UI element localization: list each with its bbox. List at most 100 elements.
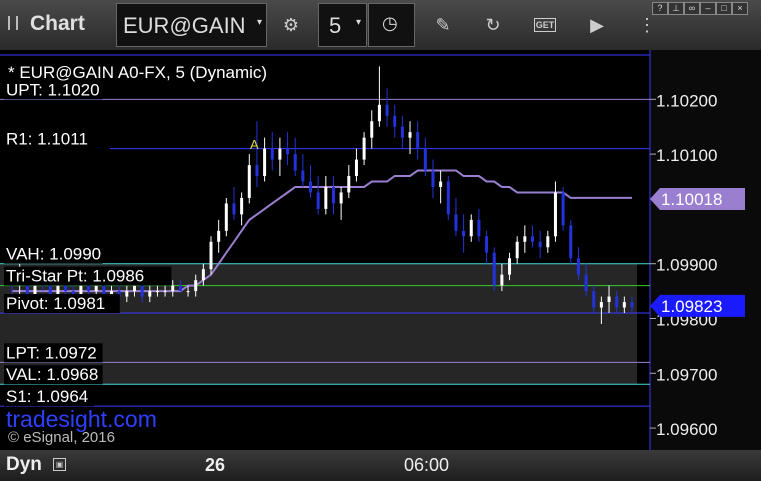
help-icon[interactable]: ? <box>652 2 668 15</box>
candle-body <box>331 186 335 204</box>
candle-body <box>538 241 542 248</box>
candle-body <box>477 219 481 237</box>
candle-body <box>339 192 343 204</box>
candle-body <box>607 296 611 303</box>
link-icon[interactable]: ∞ <box>684 2 700 15</box>
candle-body <box>423 148 427 171</box>
gear-icon: ⚙ <box>282 14 300 35</box>
level-label: VAH: 1.0990 <box>6 245 101 264</box>
play-icon: ▶ <box>590 14 604 35</box>
candle-body <box>301 170 305 182</box>
candle-body <box>324 186 328 209</box>
candle-body <box>316 192 320 209</box>
candle-body <box>255 165 259 177</box>
candle-body <box>584 274 588 292</box>
level-label: UPT: 1.1020 <box>6 80 100 99</box>
window-title: Chart <box>30 12 85 35</box>
candle-body <box>87 285 91 292</box>
clock-icon: ◷ <box>382 13 398 33</box>
play-button[interactable]: ▶ <box>578 6 616 44</box>
candle-body <box>155 291 159 293</box>
lock-icon[interactable]: ▣ <box>53 458 66 471</box>
candle-body <box>240 197 244 215</box>
menu-icon: ⋮ <box>638 14 656 35</box>
candle-body <box>500 274 504 286</box>
level-label: VAL: 1.0968 <box>6 365 98 384</box>
candle-body <box>140 285 144 297</box>
candle-body <box>247 165 251 198</box>
chevron-down-icon: ▾ <box>256 17 262 28</box>
candle-body <box>400 126 404 138</box>
candle-body <box>125 291 129 297</box>
candle-body <box>209 241 213 270</box>
drag-grip-icon[interactable] <box>8 16 18 30</box>
pin-icon[interactable]: ⊥ <box>668 2 684 15</box>
candle-body <box>286 148 290 155</box>
candle-body <box>263 148 267 177</box>
candle-body <box>309 181 313 193</box>
candle-body <box>523 236 527 242</box>
dynamic-mode-label[interactable]: Dyn <box>6 454 42 476</box>
candle-body <box>186 291 190 293</box>
maximize-icon[interactable]: □ <box>716 2 732 15</box>
candle-body <box>393 115 397 127</box>
pencil-icon: ✎ <box>435 14 451 35</box>
candle-body <box>546 236 550 248</box>
close-icon[interactable]: × <box>732 2 748 15</box>
candle-body <box>508 258 512 275</box>
last-price-badge: 1.09823 <box>661 297 722 316</box>
candle-body <box>454 214 458 231</box>
symbol-link-button[interactable]: ⚙ <box>272 6 310 44</box>
candle-body <box>217 230 221 242</box>
candle-body <box>515 241 519 259</box>
candle-body <box>148 291 152 297</box>
time-axis-bar: Dyn ▣ 26 06:00 <box>0 450 761 481</box>
minimize-icon[interactable]: – <box>700 2 716 15</box>
interval-clock-button[interactable]: ◷ <box>368 3 415 47</box>
price-chart[interactable]: 1.102001.101001.099001.098001.097001.096… <box>0 50 761 450</box>
level-label: R1: 1.1011 <box>6 130 88 149</box>
copyright: © eSignal, 2016 <box>8 429 115 446</box>
candle-body <box>132 285 136 292</box>
candle-body <box>178 285 182 292</box>
candle-body <box>232 203 236 215</box>
level-label: Tri-Star Pt: 1.0986 <box>6 267 144 286</box>
candle-body <box>485 236 489 253</box>
candle-body <box>622 302 626 308</box>
candle-body <box>64 285 68 292</box>
symbol-value: EUR@GAIN <box>123 13 246 38</box>
candle-body <box>201 269 205 281</box>
symbol-selector[interactable]: EUR@GAIN ▾ <box>116 3 267 47</box>
get-icon: GET <box>533 18 557 32</box>
y-tick-label: 1.10200 <box>656 91 717 110</box>
candle-body <box>592 291 596 308</box>
candle-body <box>224 203 228 231</box>
candle-body <box>270 148 274 160</box>
x-tick-label: 06:00 <box>404 455 450 475</box>
candle-body <box>278 148 282 160</box>
candle-body <box>576 258 580 275</box>
candle-body <box>370 121 374 138</box>
candle-body <box>362 137 366 160</box>
getquote-button[interactable]: GET <box>526 6 564 44</box>
candle-body <box>630 302 634 308</box>
candle-body <box>469 219 473 237</box>
candle-body <box>194 280 198 292</box>
refresh-button[interactable]: ↻ <box>474 6 512 44</box>
interval-value: 5 <box>329 13 342 38</box>
y-tick-label: 1.09600 <box>656 420 717 439</box>
candle-body <box>377 104 381 122</box>
candle-body <box>408 132 412 138</box>
candle-body <box>553 192 557 237</box>
interval-selector[interactable]: 5 ▾ <box>318 3 367 47</box>
level-label: S1: 1.0964 <box>6 387 88 406</box>
candle-body <box>431 170 435 187</box>
candle-body <box>569 225 573 259</box>
candle-body <box>94 285 98 292</box>
candle-body <box>354 159 358 177</box>
draw-tool-button[interactable]: ✎ <box>424 6 462 44</box>
y-tick-label: 1.09900 <box>656 256 717 275</box>
candle-body <box>347 176 351 193</box>
level-label: LPT: 1.0972 <box>6 343 97 362</box>
candle-body <box>599 302 603 308</box>
